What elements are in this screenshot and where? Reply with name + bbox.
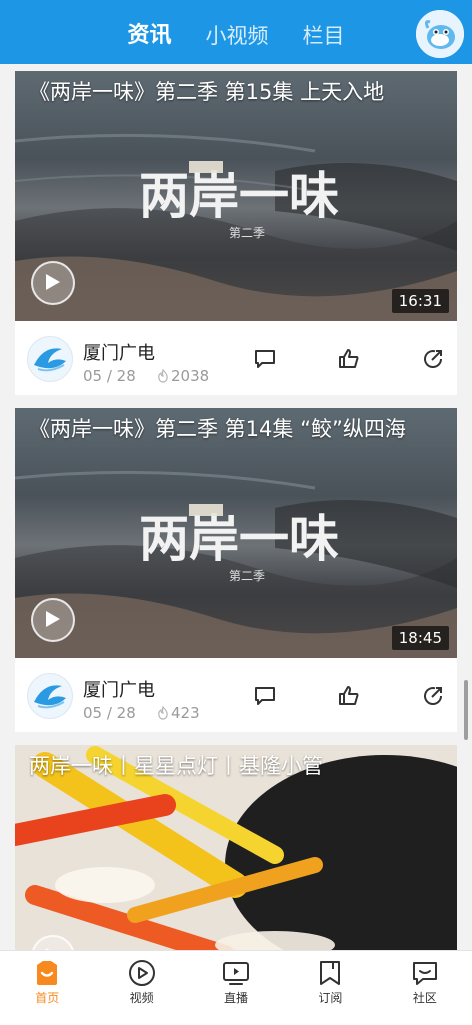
video-title[interactable]: 《两岸一味》第二季 第15集 上天入地 <box>29 77 441 108</box>
program-logo-image: 两岸一味 第二季 <box>139 504 339 583</box>
svg-text:两岸一味: 两岸一味 <box>139 166 339 225</box>
flame-icon <box>158 706 168 720</box>
source-logo[interactable] <box>27 673 73 719</box>
source-name[interactable]: 厦门广电 <box>83 339 155 365</box>
source-logo[interactable] <box>27 336 73 382</box>
video-card[interactable]: 《两岸一味》第二季 第15集 上天入地 两岸一味 第二季 16:31 厦门广电 … <box>15 71 457 395</box>
view-count: 423 <box>157 704 200 722</box>
scrollbar[interactable] <box>464 680 468 740</box>
program-logo-image: 两岸一味 第二季 <box>139 161 339 240</box>
video-thumbnail[interactable]: 两岸一味丨星星点灯丨基隆小管 <box>15 745 457 950</box>
video-title[interactable]: 两岸一味丨星星点灯丨基隆小管 <box>29 751 441 782</box>
card-meta: 厦门广电 05 / 28 423 <box>15 658 457 732</box>
play-button[interactable] <box>31 598 75 642</box>
video-play-icon <box>128 960 155 986</box>
comment-icon[interactable] <box>253 347 277 371</box>
home-icon <box>37 961 58 985</box>
like-icon[interactable] <box>337 347 361 371</box>
share-icon[interactable] <box>421 347 445 371</box>
user-avatar[interactable] <box>414 8 466 60</box>
nav-video-label: 视频 <box>129 991 154 1005</box>
view-count: 2038 <box>157 367 209 385</box>
video-card[interactable]: 《两岸一味》第二季 第14集 “鲛”纵四海 两岸一味 第二季 18:45 厦门广… <box>15 408 457 732</box>
top-header: 资讯 小视频 栏目 <box>0 0 472 64</box>
nav-live[interactable]: 直播 <box>189 951 283 1025</box>
bookmark-icon <box>320 961 341 985</box>
view-count-value: 423 <box>171 704 200 722</box>
publish-date: 05 / 28 <box>83 704 136 722</box>
nav-live-label: 直播 <box>224 991 249 1005</box>
tab-columns[interactable]: 栏目 <box>303 18 345 54</box>
tab-news[interactable]: 资讯 <box>127 18 171 54</box>
view-count-value: 2038 <box>171 367 210 385</box>
live-tv-icon <box>223 962 250 985</box>
video-thumbnail[interactable]: 《两岸一味》第二季 第14集 “鲛”纵四海 两岸一味 第二季 18:45 <box>15 408 457 658</box>
nav-subscribe-label: 订阅 <box>318 991 343 1005</box>
source-name[interactable]: 厦门广电 <box>83 676 155 702</box>
video-thumbnail[interactable]: 《两岸一味》第二季 第15集 上天入地 两岸一味 第二季 16:31 <box>15 71 457 321</box>
channel-tabs: 资讯 小视频 栏目 <box>0 18 472 54</box>
nav-home[interactable]: 首页 <box>0 951 94 1025</box>
bottom-nav: 首页 视频 直播 订阅 社区 <box>0 950 472 1025</box>
news-feed[interactable]: 《两岸一味》第二季 第15集 上天入地 两岸一味 第二季 16:31 厦门广电 … <box>0 64 472 950</box>
svg-text:两岸一味: 两岸一味 <box>139 509 339 568</box>
video-duration: 16:31 <box>391 289 449 313</box>
card-meta: 厦门广电 05 / 28 2038 <box>15 321 457 395</box>
nav-community[interactable]: 社区 <box>378 951 472 1025</box>
like-icon[interactable] <box>337 684 361 708</box>
play-icon <box>46 611 60 627</box>
video-card[interactable]: 两岸一味丨星星点灯丨基隆小管 <box>15 745 457 950</box>
share-icon[interactable] <box>421 684 445 708</box>
video-title[interactable]: 《两岸一味》第二季 第14集 “鲛”纵四海 <box>29 414 441 445</box>
publish-date: 05 / 28 <box>83 367 136 385</box>
video-duration: 18:45 <box>391 626 449 650</box>
svg-text:第二季: 第二季 <box>229 226 265 240</box>
play-button[interactable] <box>31 261 75 305</box>
wave-logo-icon <box>34 685 66 709</box>
tab-short-video[interactable]: 小视频 <box>206 18 269 54</box>
wave-logo-icon <box>34 348 66 372</box>
nav-subscribe[interactable]: 订阅 <box>283 951 377 1025</box>
play-icon <box>46 274 60 290</box>
mascot-icon <box>416 10 464 58</box>
nav-community-label: 社区 <box>412 991 437 1005</box>
nav-home-label: 首页 <box>35 991 60 1005</box>
community-chat-icon <box>412 962 437 985</box>
flame-icon <box>158 369 168 383</box>
svg-text:第二季: 第二季 <box>229 569 265 583</box>
nav-video[interactable]: 视频 <box>94 951 188 1025</box>
comment-icon[interactable] <box>253 684 277 708</box>
